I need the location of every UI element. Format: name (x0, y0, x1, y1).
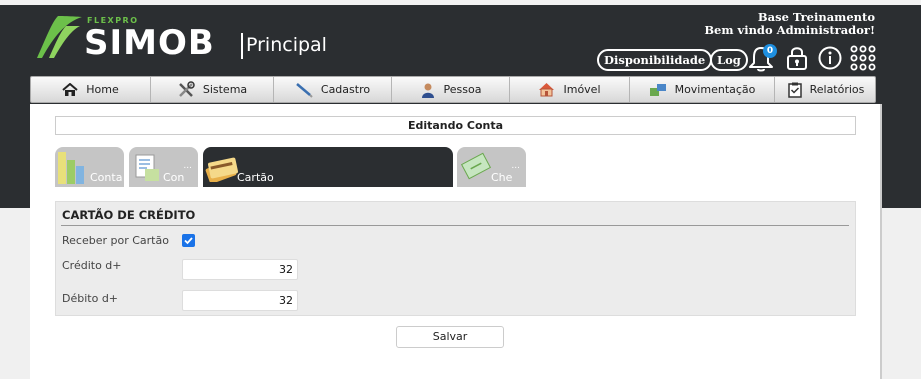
nav-movimentacao-label: Movimentação (674, 83, 756, 96)
nav-imovel-label: Imóvel (563, 83, 601, 96)
nav-sistema[interactable]: Sistema (151, 77, 274, 102)
card-icon (205, 157, 238, 182)
clipboard-icon (787, 82, 802, 98)
nav-imovel[interactable]: Imóvel (510, 77, 630, 102)
save-button[interactable]: Salvar (396, 326, 504, 348)
nav-relatorios-label: Relatórios (809, 83, 865, 96)
logo-divider (241, 33, 243, 59)
tab-conta[interactable]: Conta (55, 147, 124, 187)
section-title: CARTÃO DE CRÉDITO (62, 208, 196, 222)
nav-sistema-label: Sistema (202, 83, 248, 96)
availability-button[interactable]: Disponibilidade (597, 49, 713, 71)
transfer-icon (649, 83, 666, 96)
receber-checkbox[interactable] (182, 234, 195, 247)
nav-pessoa[interactable]: Pessoa (392, 77, 510, 102)
checkmark-icon (184, 237, 193, 245)
tab-che-dots: ... (511, 161, 520, 171)
credit-card-form: CARTÃO DE CRÉDITO Receber por Cartão Cré… (55, 201, 856, 316)
tab-con-label: Con (163, 171, 185, 184)
tab-cartao[interactable]: Cartão (203, 147, 453, 187)
debito-label: Débito d+ (62, 292, 119, 305)
welcome-block: Base Treinamento Bem vindo Administrador… (704, 11, 875, 37)
tab-conta-label: Conta (90, 171, 123, 184)
pen-icon (296, 82, 313, 98)
tab-che[interactable]: ... Che (457, 147, 526, 187)
section-divider (61, 225, 849, 226)
document-icon (135, 154, 159, 181)
apps-grid-icon[interactable] (850, 45, 876, 71)
receber-label: Receber por Cartão (62, 234, 169, 247)
home-icon (62, 82, 78, 96)
app-logo[interactable]: FLEXPRO SIMOB Principal (36, 14, 336, 64)
log-button[interactable]: Log (710, 49, 748, 71)
nav-movimentacao[interactable]: Movimentação (630, 77, 775, 102)
bar-chart-icon (58, 152, 84, 184)
nav-relatorios[interactable]: Relatórios (775, 77, 877, 102)
logo-product: SIMOB (84, 23, 215, 63)
check-book-icon (460, 152, 492, 180)
tab-che-label: Che (491, 171, 513, 184)
nav-home-label: Home (86, 83, 119, 96)
tools-icon (178, 80, 195, 97)
page-title: Editando Conta (55, 116, 856, 135)
nav-cadastro-label: Cadastro (320, 83, 371, 96)
house-icon (539, 83, 555, 97)
tab-con-dots: ... (183, 161, 192, 171)
nav-pessoa-label: Pessoa (443, 83, 482, 96)
credito-label: Crédito d+ (62, 259, 122, 272)
logo-swoosh-icon (37, 16, 82, 58)
person-icon (421, 83, 434, 98)
content-panel: Editando Conta Conta ... Con Cartão ... … (30, 104, 882, 379)
info-icon[interactable] (818, 46, 842, 70)
credito-input[interactable]: 32 (182, 259, 298, 280)
nav-cadastro[interactable]: Cadastro (274, 77, 392, 102)
debito-input[interactable]: 32 (182, 290, 298, 311)
tab-cartao-label: Cartão (237, 171, 274, 184)
main-nav: Home Sistema Cadastro Pessoa Imóvel Movi… (30, 76, 876, 103)
welcome-text: Bem vindo Administrador! (704, 23, 875, 37)
tab-con[interactable]: ... Con (129, 147, 198, 187)
lock-icon[interactable] (786, 45, 808, 71)
nav-home[interactable]: Home (31, 77, 151, 102)
notification-badge: 0 (763, 44, 777, 58)
logo-module: Principal (246, 34, 327, 56)
